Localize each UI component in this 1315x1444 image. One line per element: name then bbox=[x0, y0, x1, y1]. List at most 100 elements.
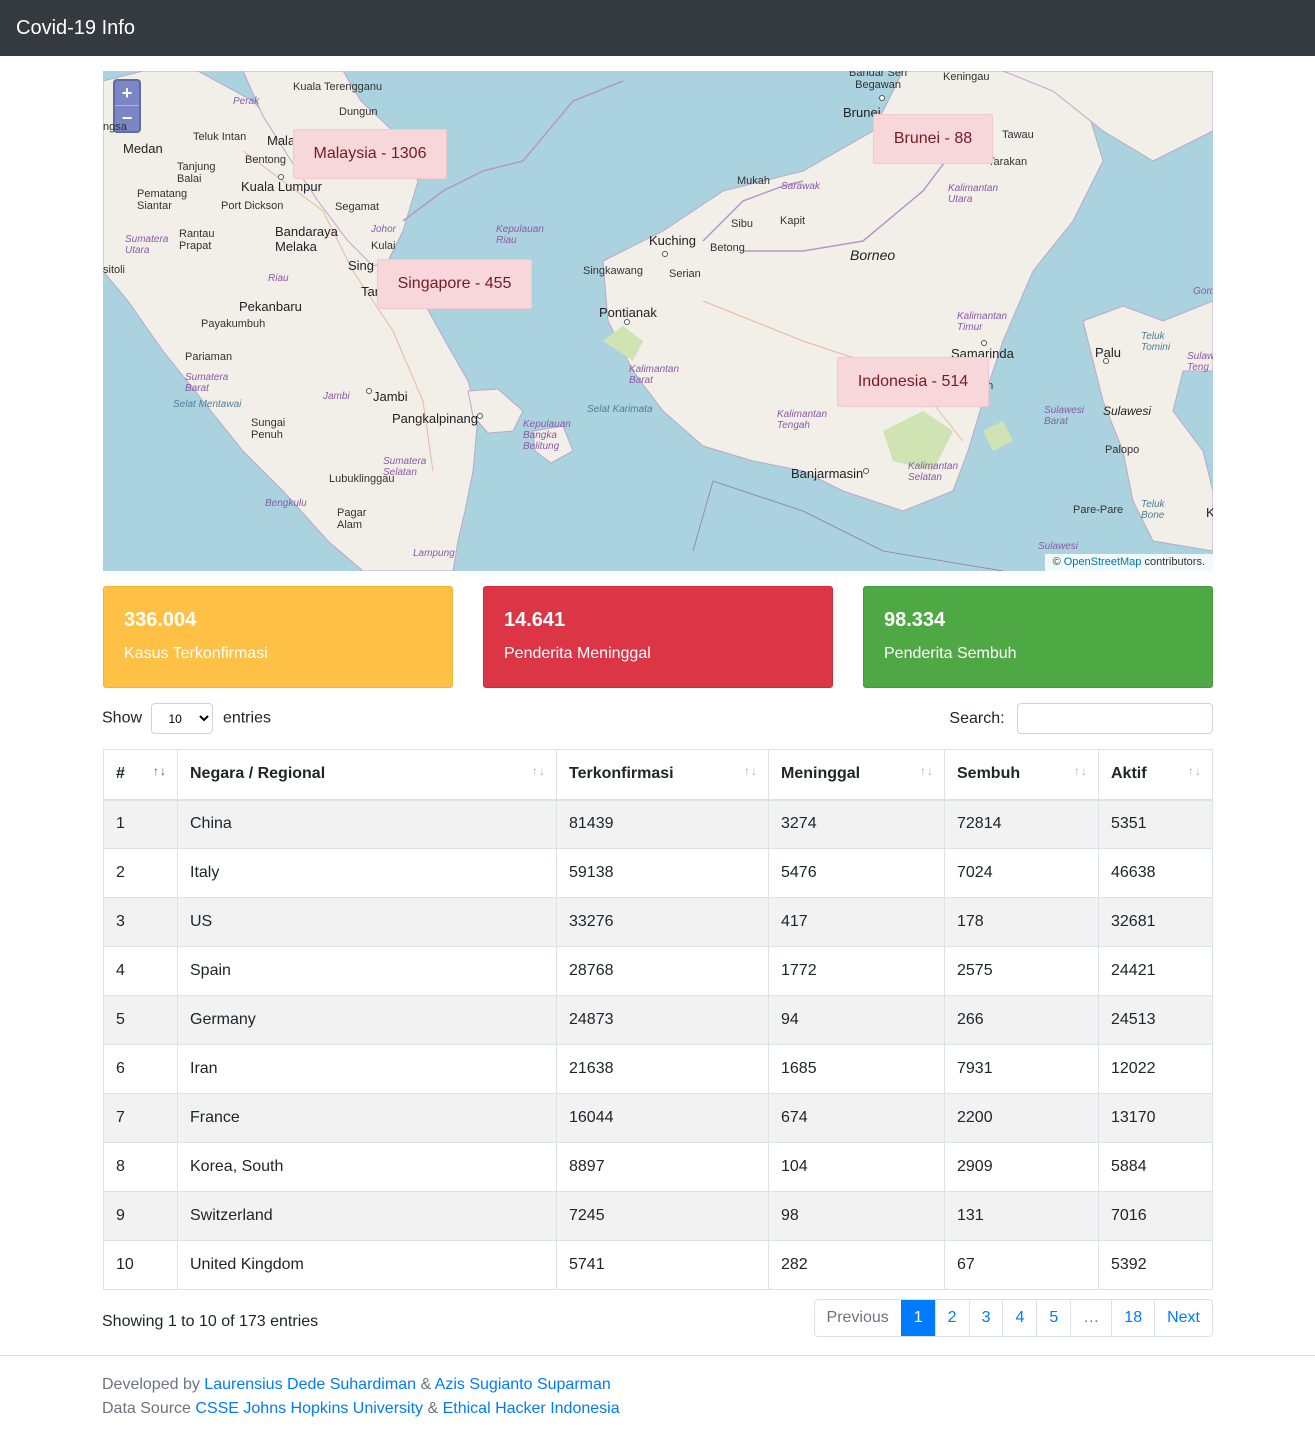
sort-icon: ↑↓ bbox=[744, 764, 758, 778]
column-header-deaths[interactable]: Meninggal ↑↓ bbox=[768, 749, 945, 801]
map-label: Sulawesi bbox=[1038, 541, 1079, 552]
page-ellipsis: … bbox=[1070, 1300, 1111, 1336]
table-cell: 16044 bbox=[556, 1093, 769, 1143]
column-header-recovered[interactable]: Sembuh ↑↓ bbox=[944, 749, 1099, 801]
card-label: Penderita Sembuh bbox=[884, 645, 1017, 662]
navbar-brand[interactable]: Covid-19 Info bbox=[16, 16, 135, 40]
map-label: Medan bbox=[123, 141, 163, 156]
developed-by-label: Developed by bbox=[102, 1376, 200, 1393]
popup-indonesia[interactable]: Indonesia - 514 bbox=[837, 357, 989, 407]
table-cell: 13170 bbox=[1098, 1093, 1213, 1143]
card-label: Kasus Terkonfirmasi bbox=[124, 645, 268, 662]
page-button[interactable]: 2 bbox=[934, 1300, 969, 1336]
next-button[interactable]: Next bbox=[1154, 1300, 1212, 1336]
table-cell: 33276 bbox=[556, 897, 769, 947]
sort-icon: ↑↓ bbox=[1074, 764, 1088, 778]
table-cell: 178 bbox=[944, 897, 1099, 947]
developer-link[interactable]: Laurensius Dede Suhardiman bbox=[204, 1376, 416, 1393]
attribution-prefix: © bbox=[1052, 556, 1061, 568]
map-label: Teluk Intan bbox=[193, 131, 247, 143]
table-row: 8 Korea, South 8897 104 2909 5884 bbox=[103, 1142, 1213, 1192]
map-label: Kuala Terengganu bbox=[293, 81, 383, 93]
page-button[interactable]: 5 bbox=[1036, 1300, 1070, 1336]
column-header-active[interactable]: Aktif ↑↓ bbox=[1098, 749, 1213, 801]
source-link[interactable]: Ethical Hacker Indonesia bbox=[443, 1400, 620, 1417]
openstreetmap-link[interactable]: OpenStreetMap bbox=[1064, 556, 1142, 568]
developer-link[interactable]: Azis Sugianto Suparman bbox=[435, 1376, 611, 1393]
table-row: 9 Switzerland 7245 98 131 7016 bbox=[103, 1191, 1213, 1241]
table-cell: 8897 bbox=[556, 1142, 769, 1192]
table-cell: 5 bbox=[103, 995, 178, 1045]
page-button[interactable]: 3 bbox=[968, 1300, 1003, 1336]
page-button[interactable]: 18 bbox=[1111, 1300, 1154, 1336]
entries-label: entries bbox=[222, 709, 271, 727]
entries-select[interactable]: 10 bbox=[151, 703, 214, 734]
column-header-number[interactable]: # ↑↓ bbox=[103, 749, 178, 801]
table-cell: 3 bbox=[103, 897, 178, 947]
map-label: Selat Karimata bbox=[587, 404, 653, 415]
ampersand: & bbox=[427, 1400, 439, 1417]
city-dot bbox=[981, 340, 987, 346]
footer-divider bbox=[0, 1355, 1315, 1356]
table-cell: 3274 bbox=[768, 799, 945, 849]
previous-button[interactable]: Previous bbox=[815, 1300, 901, 1336]
sort-icon: ↑↓ bbox=[1188, 764, 1202, 778]
table-row: 2 Italy 59138 5476 7024 46638 bbox=[103, 848, 1213, 898]
table-cell: 94 bbox=[768, 995, 945, 1045]
table-row: 3 US 33276 417 178 32681 bbox=[103, 897, 1213, 947]
table-cell: 7 bbox=[103, 1093, 178, 1143]
covid-table: # ↑↓ Negara / Regional ↑↓ Terkonfirmasi ↑↓ … bbox=[103, 749, 1213, 1290]
map-label: Pagar Alam bbox=[337, 507, 367, 531]
map[interactable]: + − Kuala Terengganu Dungun Perak Teluk … bbox=[103, 71, 1213, 571]
table-cell: 21638 bbox=[556, 1044, 769, 1094]
map-label: Goro bbox=[1193, 286, 1213, 297]
table-cell: 131 bbox=[944, 1191, 1099, 1241]
table-cell: 7931 bbox=[944, 1044, 1099, 1094]
map-label: Sulawesi Barat bbox=[1044, 405, 1085, 427]
map-label: Kuching bbox=[649, 233, 696, 248]
map-label: Lampung bbox=[413, 548, 455, 559]
sort-asc-icon: ↑↓ bbox=[153, 764, 167, 778]
popup-malaysia[interactable]: Malaysia - 1306 bbox=[293, 129, 447, 179]
table-cell: 32681 bbox=[1098, 897, 1213, 947]
page-button[interactable]: 4 bbox=[1002, 1300, 1036, 1336]
page-button[interactable]: 1 bbox=[900, 1300, 935, 1336]
table-cell: 59138 bbox=[556, 848, 769, 898]
source-link[interactable]: CSSE Johns Hopkins University bbox=[195, 1400, 423, 1417]
map-label: Kulai bbox=[371, 240, 396, 252]
map-label: Pangkalpinang bbox=[392, 411, 479, 426]
city-dot bbox=[278, 174, 284, 180]
table-cell: 4 bbox=[103, 946, 178, 996]
map-label: Sungai Penuh bbox=[251, 417, 286, 441]
table-cell: 2909 bbox=[944, 1142, 1099, 1192]
map-label: Sarawak bbox=[781, 181, 820, 192]
table-cell: 417 bbox=[768, 897, 945, 947]
table-cell: 7024 bbox=[944, 848, 1099, 898]
table-cell: 674 bbox=[768, 1093, 945, 1143]
map-label: Pare-Pare bbox=[1073, 504, 1124, 516]
table-row: 5 Germany 24873 94 266 24513 bbox=[103, 995, 1213, 1045]
map-label: Pekanbaru bbox=[239, 299, 302, 314]
map-label: Kalimantan Tengah bbox=[777, 409, 828, 431]
zoom-in-button[interactable]: + bbox=[115, 81, 139, 106]
attribution-suffix: contributors. bbox=[1144, 556, 1205, 568]
popup-brunei[interactable]: Brunei - 88 bbox=[873, 114, 993, 164]
table-body: 1 China 81439 3274 72814 5351 2 Italy 59138 5476 7… bbox=[103, 799, 1213, 1290]
table-cell: Spain bbox=[177, 946, 557, 996]
map-label: Payakumbuh bbox=[201, 318, 266, 330]
table-cell: Italy bbox=[177, 848, 557, 898]
table-cell: Korea, South bbox=[177, 1142, 557, 1192]
column-header-country[interactable]: Negara / Regional ↑↓ bbox=[177, 749, 557, 801]
map-label: Teluk Bone bbox=[1141, 499, 1165, 521]
table-cell: 5884 bbox=[1098, 1142, 1213, 1192]
table-row: 1 China 81439 3274 72814 5351 bbox=[103, 799, 1213, 849]
popup-singapore[interactable]: Singapore - 455 bbox=[377, 259, 532, 309]
table-cell: France bbox=[177, 1093, 557, 1143]
column-header-confirmed[interactable]: Terkonfirmasi ↑↓ bbox=[556, 749, 769, 801]
map-label: Jambi bbox=[323, 391, 350, 402]
map-label: Perak bbox=[233, 96, 260, 107]
city-dot bbox=[1103, 358, 1109, 364]
card-confirmed: 336.004 Kasus Terkonfirmasi bbox=[103, 586, 453, 688]
map-label: Palu bbox=[1095, 345, 1122, 360]
search-input[interactable] bbox=[1017, 703, 1213, 735]
